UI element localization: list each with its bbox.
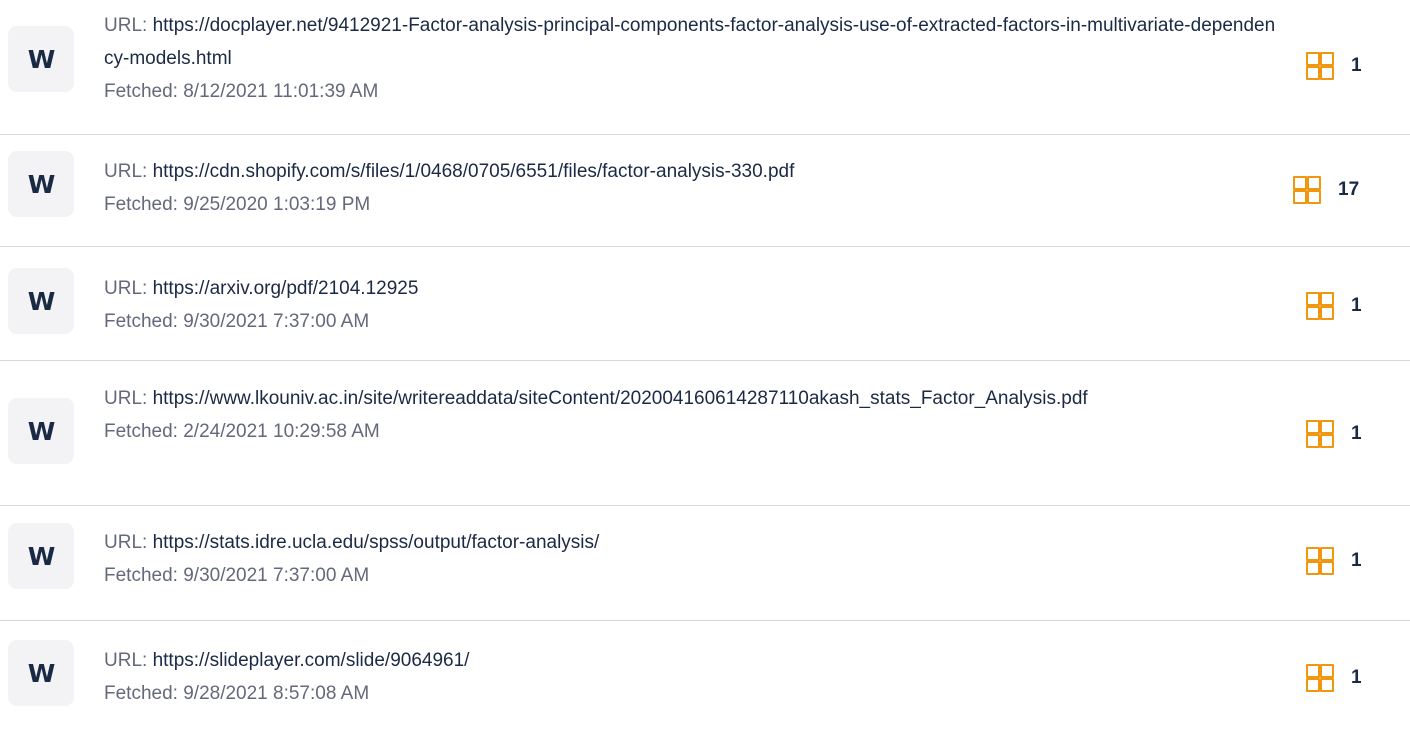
match-count: 1: [1351, 423, 1362, 444]
source-type-badge: W: [8, 640, 74, 706]
grid-icon[interactable]: [1306, 547, 1334, 575]
url-label: URL:: [104, 650, 148, 671]
source-row: W URL: https://docplayer.net/9412921-Fac…: [0, 0, 1410, 135]
fetched-label: Fetched:: [104, 81, 178, 102]
source-url-line: URL: https://stats.idre.ucla.edu/spss/ou…: [104, 526, 1284, 559]
fetched-line: Fetched: 9/28/2021 8:57:08 AM: [104, 677, 1284, 710]
fetched-line: Fetched: 9/30/2021 7:37:00 AM: [104, 559, 1284, 592]
grid-icon[interactable]: [1293, 176, 1321, 204]
source-row: W URL: https://cdn.shopify.com/s/files/1…: [0, 135, 1410, 247]
match-count-control[interactable]: 1: [1306, 546, 1362, 576]
match-count-control[interactable]: 1: [1306, 419, 1362, 449]
source-url-line: URL: https://docplayer.net/9412921-Facto…: [104, 9, 1284, 75]
match-count: 17: [1338, 179, 1360, 200]
url-label: URL:: [104, 388, 148, 409]
url-label: URL:: [104, 161, 148, 182]
source-url-link[interactable]: https://slideplayer.com/slide/9064961/: [153, 650, 470, 671]
grid-icon[interactable]: [1306, 664, 1334, 692]
fetched-timestamp: 9/30/2021 7:37:00 AM: [183, 311, 370, 332]
fetched-timestamp: 9/28/2021 8:57:08 AM: [183, 683, 370, 704]
fetched-line: Fetched: 9/25/2020 1:03:19 PM: [104, 188, 1284, 221]
match-count-control[interactable]: 1: [1306, 291, 1362, 321]
source-type-badge: W: [8, 26, 74, 92]
fetched-timestamp: 8/12/2021 11:01:39 AM: [183, 81, 379, 102]
match-count: 1: [1351, 667, 1362, 688]
match-count: 1: [1351, 295, 1362, 316]
url-label: URL:: [104, 15, 148, 36]
fetched-line: Fetched: 2/24/2021 10:29:58 AM: [104, 415, 1284, 448]
fetched-timestamp: 9/25/2020 1:03:19 PM: [183, 194, 371, 215]
source-type-badge: W: [8, 151, 74, 217]
match-count: 1: [1351, 550, 1362, 571]
url-label: URL:: [104, 532, 148, 553]
source-type-badge: W: [8, 523, 74, 589]
grid-icon[interactable]: [1306, 420, 1334, 448]
source-url-link[interactable]: https://stats.idre.ucla.edu/spss/output/…: [153, 532, 600, 553]
source-type-badge: W: [8, 398, 74, 464]
source-url-link[interactable]: https://cdn.shopify.com/s/files/1/0468/0…: [153, 161, 795, 182]
match-count: 1: [1351, 55, 1362, 76]
source-url-link[interactable]: https://www.lkouniv.ac.in/site/writeread…: [153, 388, 1088, 409]
source-row: W URL: https://arxiv.org/pdf/2104.12925 …: [0, 247, 1410, 361]
source-row: W URL: https://stats.idre.ucla.edu/spss/…: [0, 506, 1410, 621]
source-url-line: URL: https://arxiv.org/pdf/2104.12925: [104, 272, 1284, 305]
fetched-label: Fetched:: [104, 194, 178, 215]
grid-icon[interactable]: [1306, 292, 1334, 320]
source-info: URL: https://cdn.shopify.com/s/files/1/0…: [104, 155, 1284, 221]
source-info: URL: https://slideplayer.com/slide/90649…: [104, 644, 1284, 710]
source-list: W URL: https://docplayer.net/9412921-Fac…: [0, 0, 1410, 729]
source-info: URL: https://www.lkouniv.ac.in/site/writ…: [104, 382, 1284, 448]
source-url-line: URL: https://cdn.shopify.com/s/files/1/0…: [104, 155, 1284, 188]
fetched-label: Fetched:: [104, 421, 178, 442]
fetched-label: Fetched:: [104, 565, 178, 586]
source-info: URL: https://stats.idre.ucla.edu/spss/ou…: [104, 526, 1284, 592]
source-info: URL: https://docplayer.net/9412921-Facto…: [104, 9, 1284, 108]
grid-icon[interactable]: [1306, 52, 1334, 80]
source-info: URL: https://arxiv.org/pdf/2104.12925 Fe…: [104, 272, 1284, 338]
fetched-timestamp: 9/30/2021 7:37:00 AM: [183, 565, 370, 586]
fetched-line: Fetched: 8/12/2021 11:01:39 AM: [104, 75, 1284, 108]
source-url-link[interactable]: https://docplayer.net/9412921-Factor-ana…: [104, 15, 1275, 69]
fetched-label: Fetched:: [104, 311, 178, 332]
source-type-badge: W: [8, 268, 74, 334]
url-label: URL:: [104, 278, 148, 299]
match-count-control[interactable]: 1: [1306, 663, 1362, 693]
fetched-line: Fetched: 9/30/2021 7:37:00 AM: [104, 305, 1284, 338]
source-url-link[interactable]: https://arxiv.org/pdf/2104.12925: [153, 278, 419, 299]
match-count-control[interactable]: 17: [1293, 175, 1359, 205]
source-url-line: URL: https://slideplayer.com/slide/90649…: [104, 644, 1284, 677]
source-row: W URL: https://www.lkouniv.ac.in/site/wr…: [0, 361, 1410, 506]
match-count-control[interactable]: 1: [1306, 51, 1362, 81]
fetched-label: Fetched:: [104, 683, 178, 704]
source-url-line: URL: https://www.lkouniv.ac.in/site/writ…: [104, 382, 1284, 415]
source-row: W URL: https://slideplayer.com/slide/906…: [0, 621, 1410, 729]
fetched-timestamp: 2/24/2021 10:29:58 AM: [183, 421, 380, 442]
